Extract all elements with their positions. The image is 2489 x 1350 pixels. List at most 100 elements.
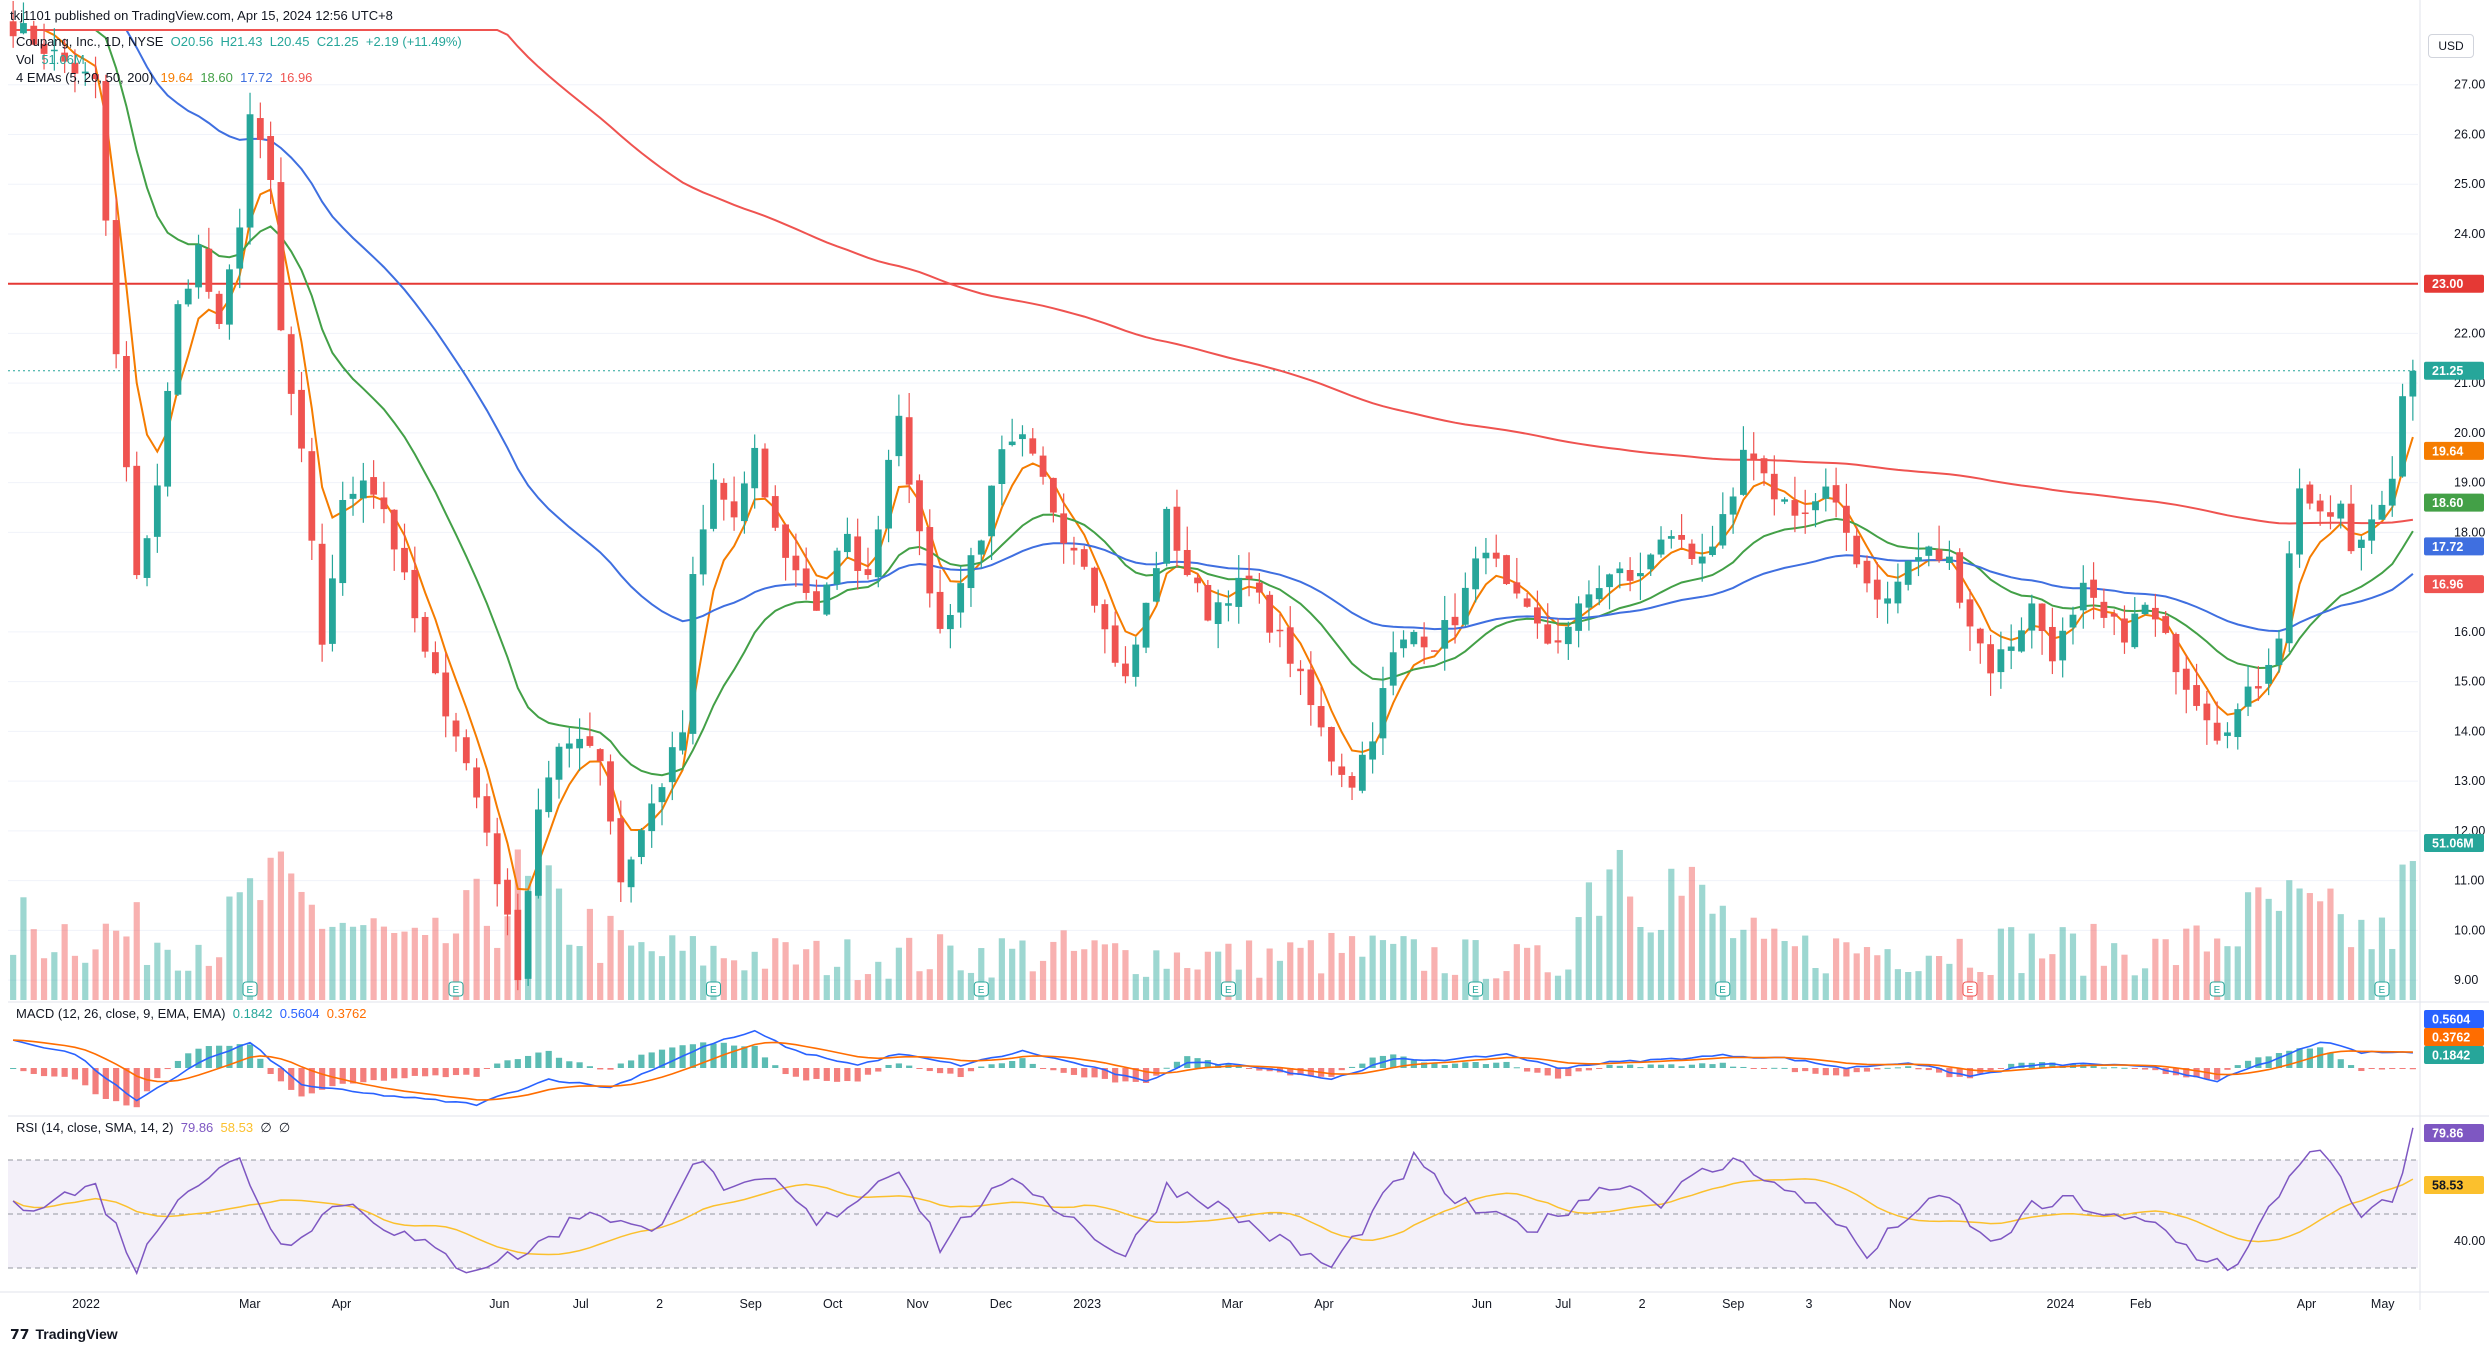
- badge-ema50-text: 17.72: [2432, 540, 2463, 554]
- earnings-marker: E: [1468, 981, 1484, 997]
- earnings-marker: E: [705, 981, 721, 997]
- candle-body: [1554, 640, 1562, 643]
- candle-body: [174, 304, 182, 395]
- volume-bar: [1657, 929, 1665, 1000]
- earnings-marker: E: [1220, 981, 1236, 997]
- volume-bar: [2358, 919, 2365, 1000]
- ema50-line: [13, 29, 2414, 633]
- volume-bar: [2306, 893, 2313, 1000]
- candle-body: [699, 529, 707, 575]
- candle-body: [1904, 560, 1912, 585]
- candle-body: [256, 118, 264, 140]
- macd-histogram-bar: [154, 1068, 161, 1079]
- macd-histogram-bar: [1760, 1068, 1768, 1069]
- macd-histogram-bar: [1039, 1068, 1047, 1069]
- volume-bar: [1977, 971, 1984, 1000]
- volume-bar: [1750, 917, 1757, 1000]
- badge-rsi: 79.86: [2424, 1124, 2484, 1142]
- badge-hline-text: 23.00: [2432, 277, 2463, 291]
- volume-bar: [1462, 939, 1469, 1000]
- volume-bar: [2234, 946, 2241, 1000]
- volume-bar: [1431, 947, 1438, 1000]
- time-tick-label: Mar: [1222, 1297, 1244, 1311]
- macd-histogram-bar: [1657, 1064, 1665, 1068]
- time-tick-label: Jun: [489, 1297, 509, 1311]
- earnings-marker-label: E: [1966, 985, 1973, 996]
- volume-bar: [2090, 923, 2097, 1000]
- macd-histogram-bar: [844, 1068, 851, 1082]
- macd-histogram-bar: [1627, 1064, 1634, 1068]
- candle-body: [1029, 438, 1037, 454]
- volume-legend: Vol 51.06M: [16, 52, 85, 67]
- macd-signal-value: 0.3762: [326, 1006, 367, 1021]
- price-tick-label: 10.00: [2454, 923, 2485, 937]
- candle-body: [1667, 536, 1675, 539]
- time-tick-label: Dec: [990, 1297, 1012, 1311]
- macd-histogram-bar: [411, 1068, 418, 1076]
- volume-bar: [1565, 969, 1572, 1000]
- volume-bar: [875, 961, 882, 1000]
- candle-body: [1101, 604, 1109, 630]
- volume-bar: [2111, 943, 2118, 1000]
- volume-bar: [1142, 976, 1150, 1000]
- macd-histogram-bar: [967, 1068, 975, 1072]
- candle-body: [1492, 552, 1500, 559]
- candle-body: [596, 749, 604, 762]
- badge-volume-text: 51.06M: [2432, 837, 2474, 851]
- volume-bar: [2008, 927, 2015, 1000]
- price-tick-label: 19.00: [2454, 476, 2485, 490]
- currency-button[interactable]: USD: [2428, 34, 2474, 58]
- badge-macd-signal-text: 0.3762: [2432, 1031, 2470, 1045]
- volume-value: 51.06M: [41, 52, 85, 67]
- chart-canvas[interactable]: EEEEEEEEEE 27.0026.0025.0024.0022.0021.0…: [0, 0, 2489, 1350]
- candle-body: [339, 499, 347, 584]
- time-tick-label: 2: [656, 1297, 663, 1311]
- candle-body: [658, 787, 666, 803]
- macd-histogram-bar: [741, 1046, 748, 1068]
- macd-histogram-bar: [1688, 1064, 1695, 1068]
- candle-body: [637, 830, 645, 858]
- price-tick-label: 16.00: [2454, 625, 2485, 639]
- macd-histogram-bar: [2317, 1047, 2324, 1068]
- macd-legend: MACD (12, 26, close, 9, EMA, EMA) 0.1842…: [16, 1006, 367, 1021]
- volume-bar: [370, 918, 377, 1000]
- macd-histogram-bar: [1750, 1068, 1757, 1069]
- macd-histogram-bar: [71, 1068, 79, 1080]
- volume-bar: [586, 908, 593, 1000]
- volume-bar: [1266, 948, 1273, 1000]
- candle-body: [1657, 539, 1665, 555]
- macd-histogram-bar: [1513, 1067, 1520, 1069]
- badge-macd-hist-text: 0.1842: [2432, 1049, 2470, 1063]
- macd-histogram-bar: [1503, 1061, 1510, 1068]
- time-tick-label: Jun: [1472, 1297, 1492, 1311]
- candle-body: [1019, 434, 1026, 440]
- volume-bar: [1369, 935, 1376, 1000]
- volume-bar: [154, 942, 161, 1000]
- candle-body: [153, 485, 161, 537]
- volume-bar: [813, 940, 820, 1000]
- macd-histogram-bar: [1987, 1068, 1994, 1071]
- symbol-name: Coupang, Inc., 1D, NYSE: [16, 34, 164, 49]
- candle-body: [555, 746, 563, 780]
- macd-histogram-bar: [895, 1063, 902, 1068]
- volume-bar: [1822, 973, 1829, 1000]
- candle-body: [1132, 644, 1140, 677]
- volume-bar: [1348, 936, 1356, 1000]
- candle-body: [977, 540, 985, 555]
- macd-histogram-bar: [1070, 1068, 1078, 1075]
- macd-histogram-bar: [2347, 1065, 2355, 1068]
- badge-ema50: 17.72: [2424, 537, 2484, 556]
- rsi-tick-label: 40.00: [2454, 1234, 2485, 1248]
- candle-body: [390, 509, 398, 550]
- candle-body: [668, 747, 676, 783]
- badge-rsi-ma: 58.53: [2424, 1176, 2484, 1194]
- candle-body: [1307, 669, 1315, 706]
- macd-histogram-bar: [1081, 1068, 1088, 1078]
- volume-bar: [597, 962, 604, 1000]
- candle-body: [2368, 519, 2376, 541]
- candle-body: [483, 796, 491, 833]
- earnings-marker-label: E: [2378, 985, 2385, 996]
- candle-body: [133, 465, 141, 576]
- candle-body: [1348, 776, 1356, 788]
- volume-bar: [1173, 952, 1181, 1000]
